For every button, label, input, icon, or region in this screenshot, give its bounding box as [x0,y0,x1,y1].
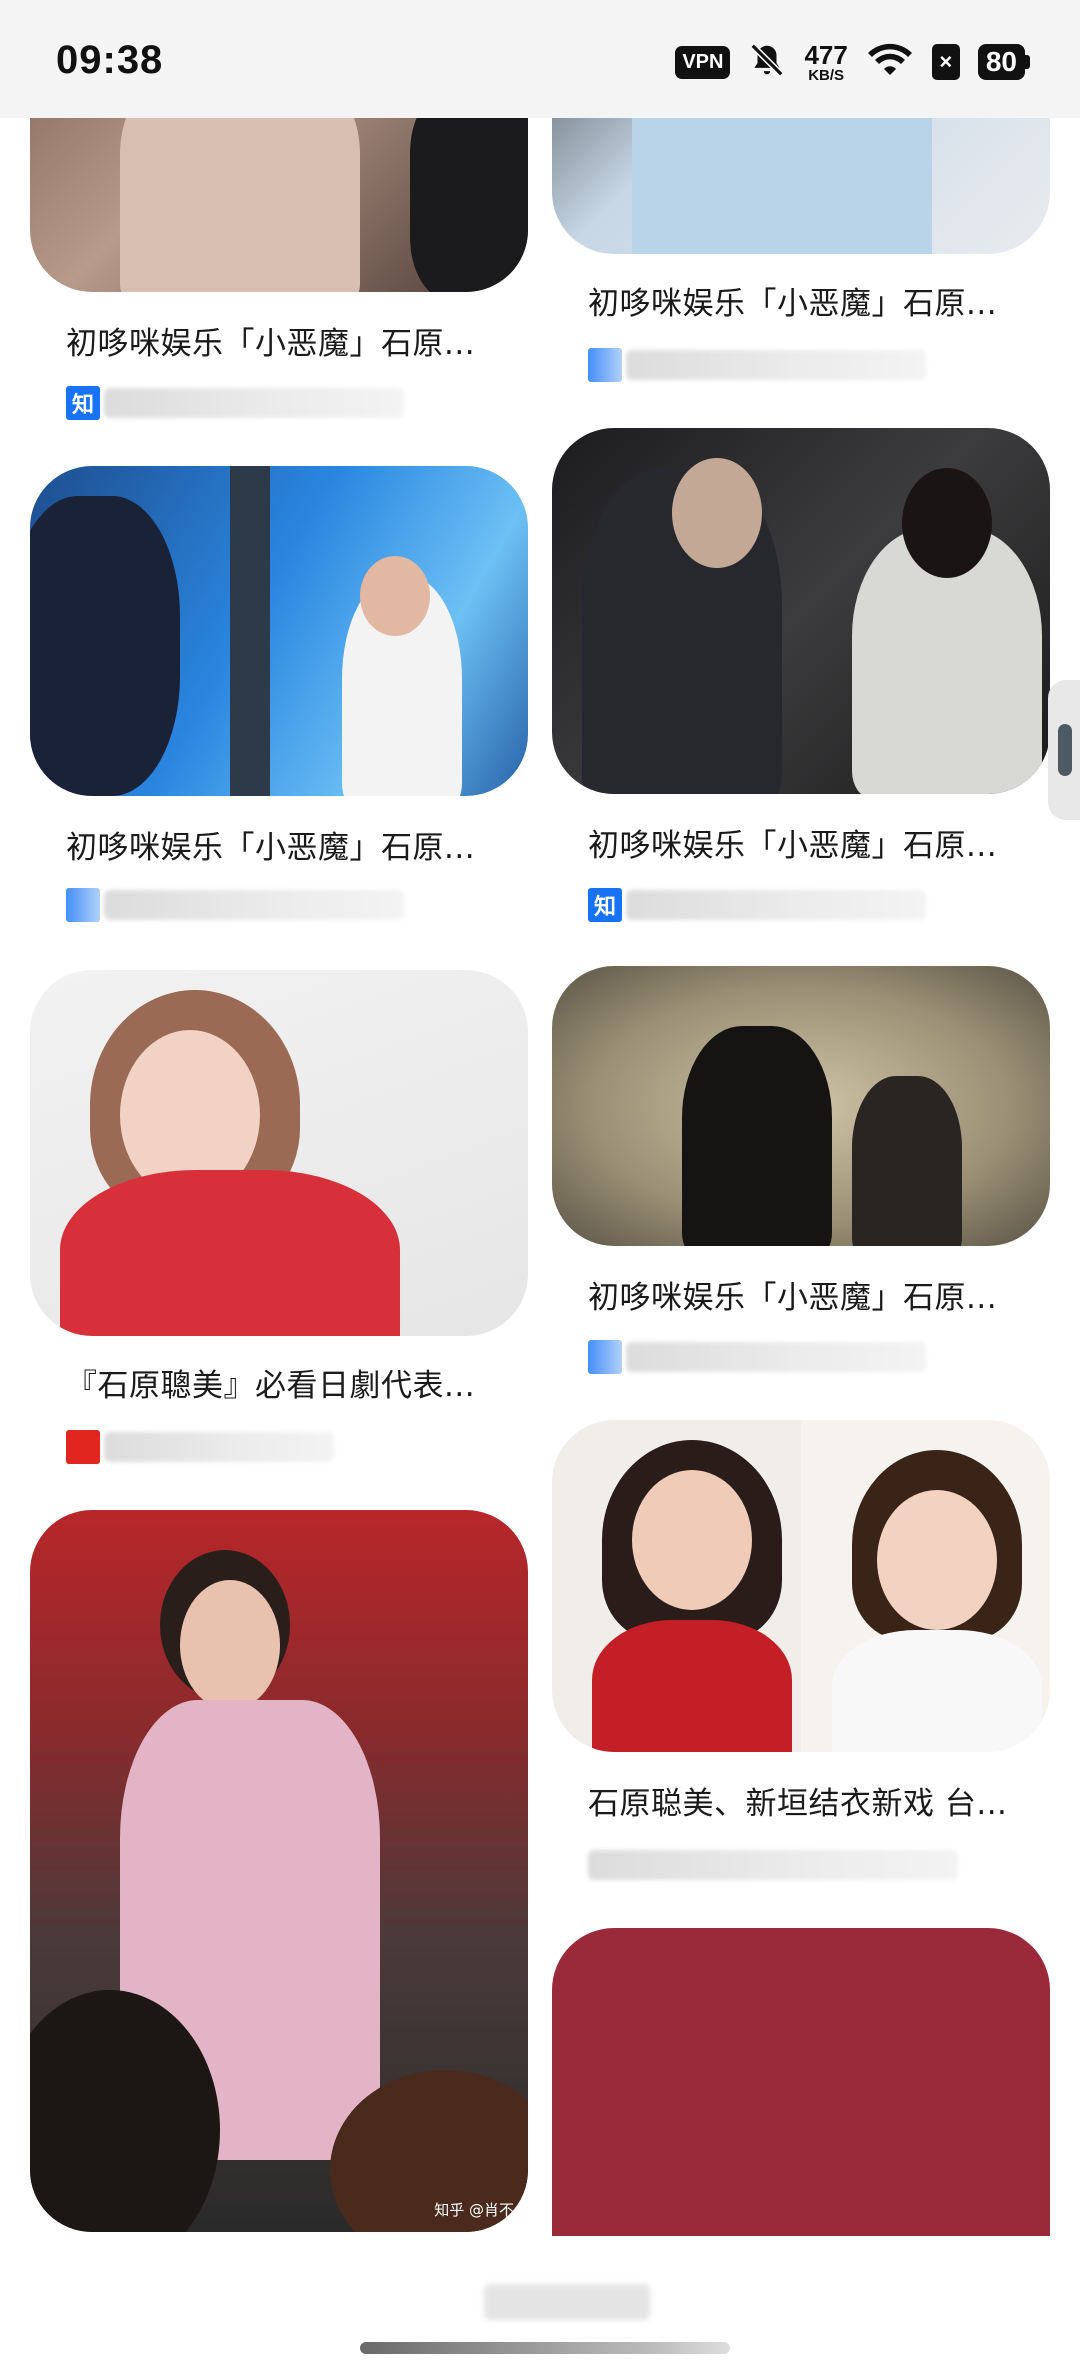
card-thumbnail[interactable] [552,966,1050,1246]
card-title[interactable]: 初哆咪娱乐「小恶魔」石原... [588,1272,1028,1317]
card-title[interactable]: 『石原聰美』必看日劇代表... [66,1360,506,1405]
feed-card[interactable]: 初哆咪娱乐「小恶魔」石原... [0,466,540,936]
card-title[interactable]: 初哆咪娱乐「小恶魔」石原... [66,318,506,363]
zhihu-icon: 知 [66,386,100,420]
source-icon [588,1340,622,1374]
feed-card[interactable]: 初哆咪娱乐「小恶魔」石原... [540,966,1080,1386]
source-name-blurred [588,1850,958,1880]
card-thumbnail[interactable] [552,1420,1050,1752]
card-source [588,348,926,382]
source-name-blurred [104,388,404,418]
card-thumbnail[interactable] [30,970,528,1336]
source-name-blurred [104,890,404,920]
source-name-blurred [626,350,926,380]
no-sim-icon: × [931,44,960,80]
zhihu-icon: 知 [588,888,622,922]
home-indicator[interactable] [360,2342,730,2354]
floating-side-handle[interactable] [1048,680,1080,820]
card-source [588,1340,926,1374]
feed-card[interactable]: 『石原聰美』必看日劇代表... [0,970,540,1490]
feed-card[interactable]: 石原聪美、新垣结衣新戏 台... [540,1420,1080,1900]
card-thumbnail[interactable] [552,1928,1050,2238]
source-icon [66,888,100,922]
card-source [66,1430,334,1464]
battery-level: 80 [977,44,1025,80]
card-title[interactable]: 初哆咪娱乐「小恶魔」石原... [588,820,1028,865]
card-source [66,888,404,922]
source-name-blurred [626,1342,926,1372]
status-bar: 09:38 VPN 477 KB/S × 80 [0,0,1080,118]
status-icons: VPN 477 KB/S × 80 [675,40,1030,84]
network-speed: 477 KB/S [804,39,848,84]
source-name-blurred [626,890,926,920]
card-source [588,1848,958,1882]
battery-icon: 80 [977,44,1030,80]
feed-card[interactable]: 知乎 @肖不 [0,1510,540,2235]
vpn-icon: VPN [675,45,731,79]
card-title[interactable]: 石原聪美、新垣结衣新戏 台... [588,1778,1028,1823]
feed-card[interactable]: 初哆咪娱乐「小恶魔」石原... 知 [540,428,1080,928]
feed-card[interactable] [540,1928,1080,2238]
mute-bell-icon [748,41,786,83]
blurred-bottom-widget[interactable] [484,2284,650,2320]
image-watermark: 知乎 @肖不 [434,2201,514,2219]
card-title[interactable]: 初哆咪娱乐「小恶魔」石原... [588,278,1028,323]
card-source: 知 [588,888,926,922]
source-name-blurred [104,1432,334,1462]
clock: 09:38 [56,38,164,82]
source-logo-icon [66,1430,100,1464]
card-thumbnail[interactable] [30,466,528,796]
card-title[interactable]: 初哆咪娱乐「小恶魔」石原... [66,822,506,867]
card-thumbnail[interactable]: 知乎 @肖不 [30,1510,528,2232]
card-thumbnail[interactable] [552,428,1050,794]
card-source: 知 [66,386,404,420]
wifi-icon [866,41,914,83]
source-icon [588,348,622,382]
